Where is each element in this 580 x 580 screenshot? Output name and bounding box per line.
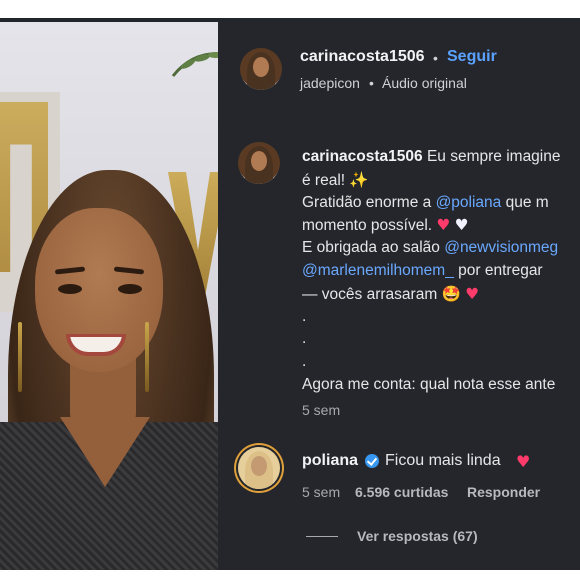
caption-line: momento possível. ♥ ♥ [302, 214, 580, 237]
caption-author-avatar[interactable] [238, 142, 280, 184]
caption-line-text: — vocês arrasaram [302, 285, 438, 303]
comment-text: Ficou mais linda [385, 452, 501, 469]
comment-timestamp[interactable]: 5 sem [302, 484, 340, 500]
caption-line: . [302, 307, 307, 325]
view-replies-button[interactable]: Ver respostas (67) [357, 528, 478, 544]
separator-dot: • [433, 50, 438, 66]
caption-line: Agora me conta: qual nota esse ante [302, 375, 556, 393]
red-heart-icon: ♥ [436, 216, 451, 235]
earring [18, 322, 22, 392]
avatar-face [253, 57, 269, 77]
commenter-avatar[interactable] [238, 447, 280, 489]
caption-line: — vocês arrasaram 🤩 ♥ [302, 283, 580, 306]
reply-button[interactable]: Responder [467, 484, 540, 500]
caption-line-text: é real! [302, 171, 346, 189]
caption-line-text: Gratidão enorme a [302, 193, 432, 211]
eye [118, 284, 142, 294]
avatar-face [251, 151, 267, 171]
separator-dot: • [369, 75, 374, 91]
mention-link[interactable]: @newvisionmeg [444, 239, 558, 256]
mention-link[interactable]: @marlenemilhomem_ [302, 262, 454, 279]
reel-video[interactable] [0, 22, 218, 570]
audio-author[interactable]: jadepicon [300, 75, 360, 91]
white-heart-icon: ♥ [454, 216, 469, 235]
caption-line-text: Eu sempre imagine [426, 148, 561, 165]
post-panel: carinacosta1506 • Seguir jadepicon • Áud… [218, 22, 580, 570]
caption-line: Gratidão enorme a @poliana que m [302, 192, 580, 215]
replies-divider [306, 536, 338, 537]
red-heart-icon: ♥ [465, 284, 480, 303]
commenter-username[interactable]: poliana [302, 452, 358, 470]
caption-line-text: E obrigada ao salão [302, 239, 440, 257]
audio-label[interactable]: Áudio original [382, 75, 467, 91]
caption-line-text: que m [505, 193, 549, 211]
earring [145, 322, 149, 392]
avatar-face [251, 456, 267, 476]
plant-decoration [171, 52, 218, 77]
red-heart-icon: ♥ [516, 452, 531, 471]
caption-line-text: por entregar [458, 261, 543, 279]
verified-badge-icon [365, 454, 379, 468]
caption-line: carinacosta1506 Eu sempre imagine [302, 146, 580, 169]
caption-line: E obrigada ao salão @newvisionmeg [302, 237, 580, 260]
caption-line: . [302, 330, 307, 348]
author-avatar[interactable] [240, 48, 282, 90]
star-struck-icon: 🤩 [441, 284, 461, 303]
follow-button[interactable]: Seguir [447, 48, 497, 66]
bottom-strip [0, 570, 580, 580]
caption-line-text: momento possível. [302, 217, 433, 235]
author-username[interactable]: carinacosta1506 [300, 48, 425, 66]
caption-line: . [302, 353, 307, 371]
comment-likes[interactable]: 6.596 curtidas [355, 484, 448, 500]
caption-line: @marlenemilhomem_ por entregar [302, 260, 580, 283]
sparkles-icon: ✨ [349, 170, 369, 189]
caption-username[interactable]: carinacosta1506 [302, 148, 423, 165]
mention-link[interactable]: @poliana [436, 194, 502, 211]
caption-line: é real! ✨ [302, 169, 580, 192]
caption-text: carinacosta1506 Eu sempre imagine é real… [302, 146, 580, 397]
eye [58, 284, 82, 294]
caption-timestamp[interactable]: 5 sem [302, 402, 340, 418]
